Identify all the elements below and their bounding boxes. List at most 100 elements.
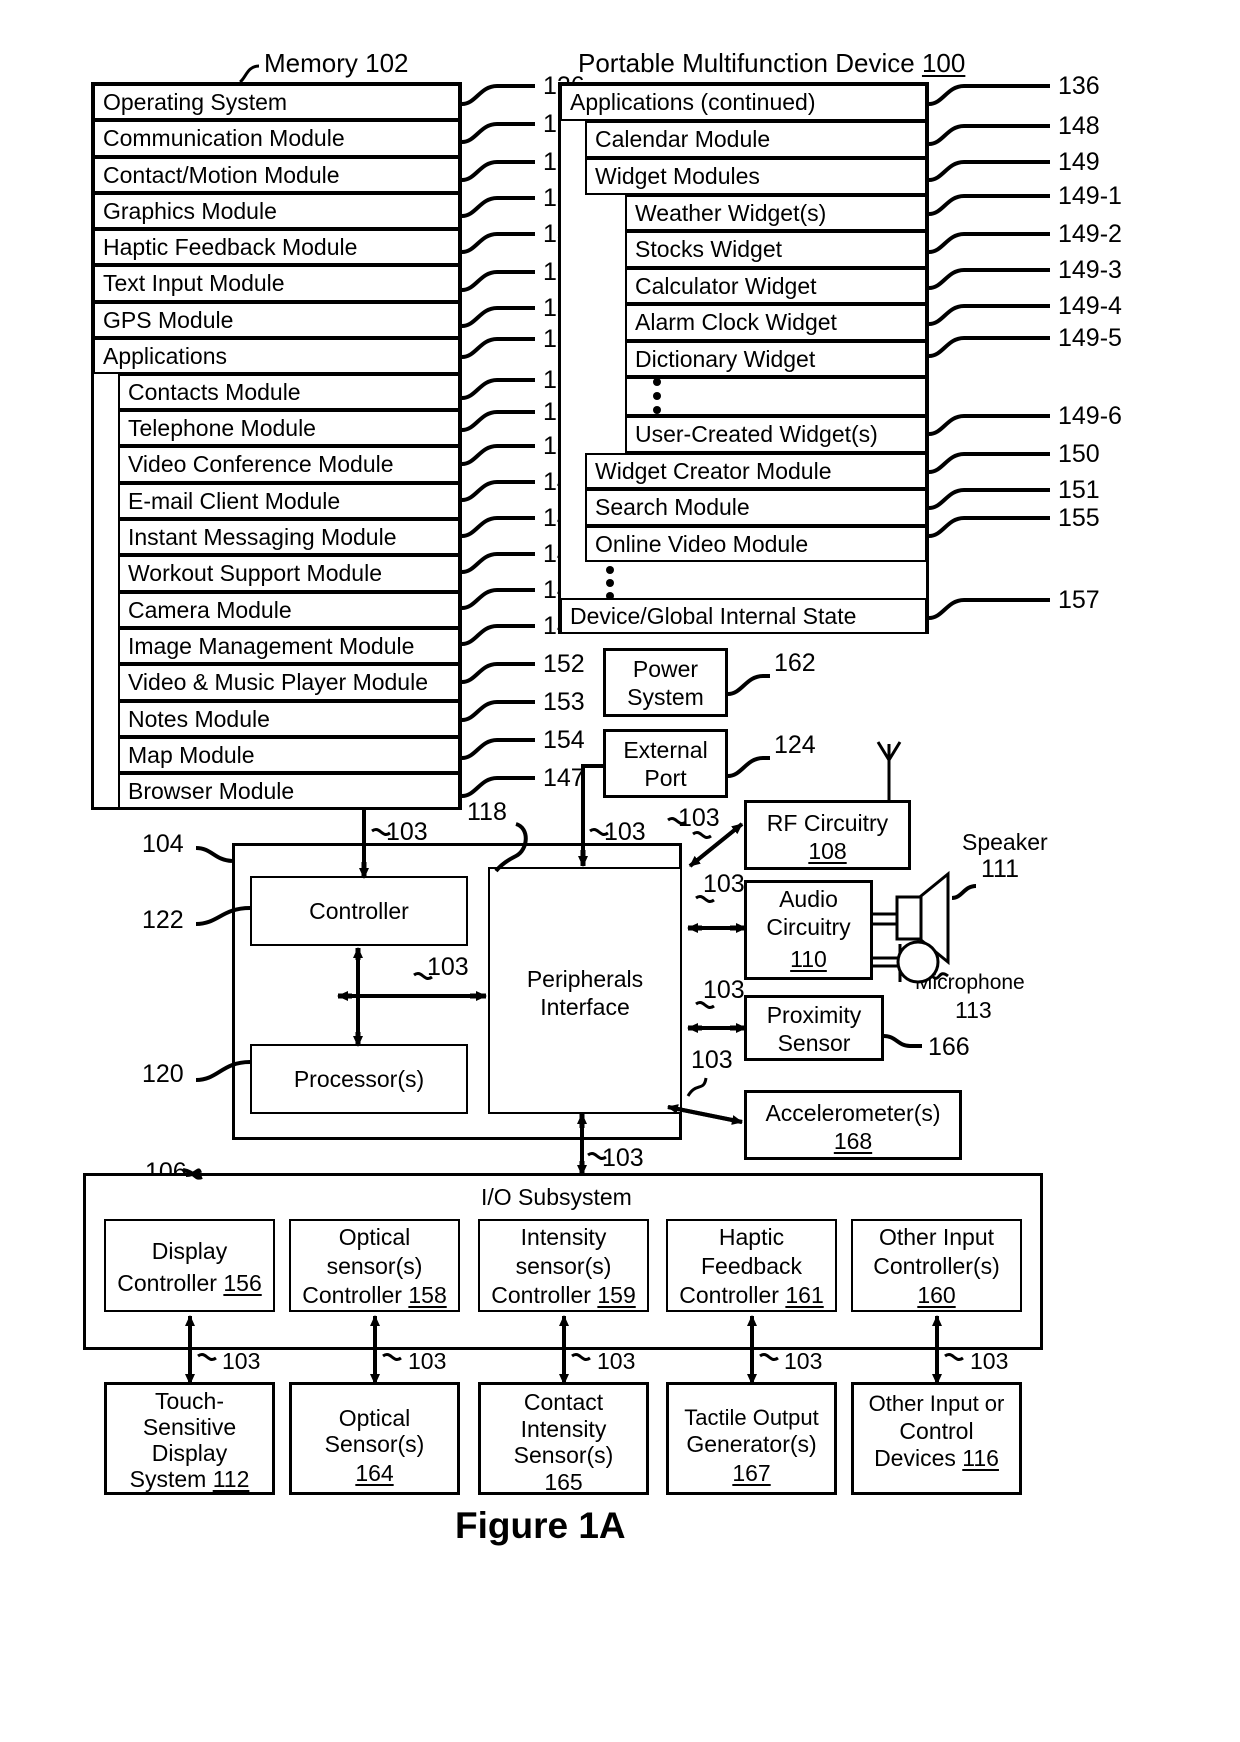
row-label: E-mail Client Module [128, 487, 341, 514]
contact-intensity-sensors-box: Contact Intensity Sensor(s) 165 [478, 1382, 649, 1495]
ref: 158 [408, 1282, 447, 1308]
intensity-controller-line2: sensor(s) [515, 1253, 612, 1279]
memory-row-gps-module: GPS Module [93, 302, 460, 338]
row-label: Text Input Module [103, 270, 285, 296]
app-row-telephone-module: Telephone Module [118, 410, 460, 446]
row-label: Search Module [595, 494, 750, 520]
memory-row-communication-module: Communication Module [93, 120, 460, 157]
widget-row-stocks: Stocks Widget [625, 231, 927, 268]
ref: 156 [223, 1270, 262, 1296]
ref: 159 [597, 1282, 636, 1308]
ref-118: 118 [467, 798, 507, 826]
peripherals-interface-line2: Interface [540, 994, 630, 1020]
device-row-applications-continued: Applications (continued) [560, 84, 927, 121]
touch-display-line1: Touch- [154, 1388, 225, 1414]
ref-151: 151 [1058, 476, 1100, 504]
haptic-controller-line1: Haptic [718, 1224, 785, 1250]
ref-103-f: 103 [703, 976, 745, 1004]
intensity-sensor-controller-box: Intensity sensor(s) Controller 159 [478, 1219, 649, 1312]
other-input-devices-line3: Devices 116 [854, 1445, 1019, 1472]
speaker-label: Speaker [962, 829, 1048, 855]
controller-box: Controller [250, 876, 468, 946]
contact-intensity-line1: Contact [523, 1389, 604, 1415]
row-label: Instant Messaging Module [128, 523, 397, 550]
contact-intensity-line3: Sensor(s) [513, 1442, 614, 1468]
processor-box: Processor(s) [250, 1044, 468, 1114]
ref: 112 [212, 1466, 250, 1492]
patent-figure-1a: Memory 102 Portable Multifunction Device… [0, 0, 1240, 1742]
txt: Devices [874, 1445, 963, 1471]
external-port-box: External Port [603, 729, 728, 798]
ref-157: 157 [1058, 586, 1100, 614]
touch-display-line3: Display [151, 1440, 228, 1466]
power-system-box: Power System [603, 648, 728, 717]
ref-103-g: 103 [691, 1046, 733, 1074]
external-port-line2: Port [644, 765, 687, 791]
rf-circuitry-box: RF Circuitry 108 [744, 800, 911, 870]
display-controller-line2: Controller 156 [106, 1270, 273, 1297]
row-label: Telephone Module [128, 414, 316, 441]
audio-circuitry-line1: Audio [779, 886, 838, 912]
txt: Controller [302, 1282, 409, 1308]
other-input-controller-ref: 160 [917, 1282, 956, 1308]
device-title-text: Portable Multifunction Device [578, 48, 922, 78]
ref-103-c: 103 [678, 804, 720, 832]
ref-120: 120 [142, 1060, 184, 1088]
row-label: Widget Creator Module [595, 457, 832, 484]
ref-153: 153 [543, 688, 585, 716]
widget-row-calculator: Calculator Widget [625, 268, 927, 304]
memory-row-graphics-module: Graphics Module [93, 193, 460, 229]
accelerometer-box: Accelerometer(s) 168 [744, 1090, 962, 1160]
memory-row-operating-system: Operating System [93, 84, 460, 120]
memory-row-haptic-feedback-module: Haptic Feedback Module [93, 229, 460, 265]
row-label: Operating System [103, 88, 288, 115]
accelerometer-ref: 168 [833, 1128, 873, 1154]
optical-sensors-ref: 164 [355, 1460, 394, 1486]
app-row-camera-module: Camera Module [118, 592, 460, 628]
other-input-controller-line2: Controller(s) [873, 1253, 1000, 1279]
row-label: Map Module [128, 741, 255, 768]
figure-caption: Figure 1A [455, 1505, 626, 1546]
ref-149-4: 149-4 [1058, 292, 1122, 320]
tactile-output-line2: Generator(s) [686, 1431, 817, 1457]
controller-label: Controller [309, 898, 409, 924]
contact-intensity-ref: 165 [544, 1469, 583, 1495]
row-label: Device/Global Internal State [570, 602, 857, 629]
touch-sensitive-display-box: Touch- Sensitive Display System 112 [104, 1382, 275, 1495]
app-row-notes-module: Notes Module [118, 701, 460, 737]
ref-103-a: 103 [386, 818, 428, 846]
vertical-ellipsis-icon-widgets [652, 378, 662, 414]
proximity-sensor-line1: Proximity [766, 1002, 862, 1028]
accelerometer-label: Accelerometer(s) [765, 1100, 941, 1126]
txt: Controller [117, 1270, 224, 1296]
optical-controller-line1: Optical [338, 1224, 411, 1250]
ref-111: 111 [981, 855, 1020, 883]
device-title-ref: 100 [921, 48, 966, 78]
audio-circuitry-box: Audio Circuitry 110 [744, 880, 873, 980]
ref: 161 [785, 1282, 824, 1308]
other-input-controller-box: Other Input Controller(s) 160 [851, 1219, 1022, 1312]
row-label: Notes Module [128, 705, 270, 732]
microphone-label: Microphone [915, 971, 1025, 994]
memory-row-applications: Applications [93, 338, 460, 374]
row-label: Communication Module [103, 125, 345, 151]
tactile-output-generators-box: Tactile Output Generator(s) 167 [666, 1382, 837, 1495]
ref-148: 148 [1058, 112, 1100, 140]
txt: System [129, 1466, 213, 1492]
row-label: Graphics Module [103, 197, 277, 224]
peripherals-interface-box: Peripherals Interface [488, 867, 682, 1114]
ref-104: 104 [142, 830, 184, 858]
row-label: Video Conference Module [128, 451, 394, 477]
ref-149-6: 149-6 [1058, 402, 1122, 430]
ref-103-l: 103 [784, 1348, 823, 1374]
row-label: Video & Music Player Module [128, 669, 428, 695]
audio-circuitry-line2: Circuitry [766, 914, 851, 940]
widget-row-user-created: User-Created Widget(s) [625, 416, 927, 453]
txt: Controller [491, 1282, 598, 1308]
ref-155: 155 [1058, 504, 1100, 532]
memory-row-contact-motion-module: Contact/Motion Module [93, 157, 460, 193]
row-label: Camera Module [128, 596, 292, 623]
txt: Controller [679, 1282, 786, 1308]
haptic-controller-line3: Controller 161 [668, 1282, 835, 1309]
ref-124: 124 [774, 731, 816, 759]
